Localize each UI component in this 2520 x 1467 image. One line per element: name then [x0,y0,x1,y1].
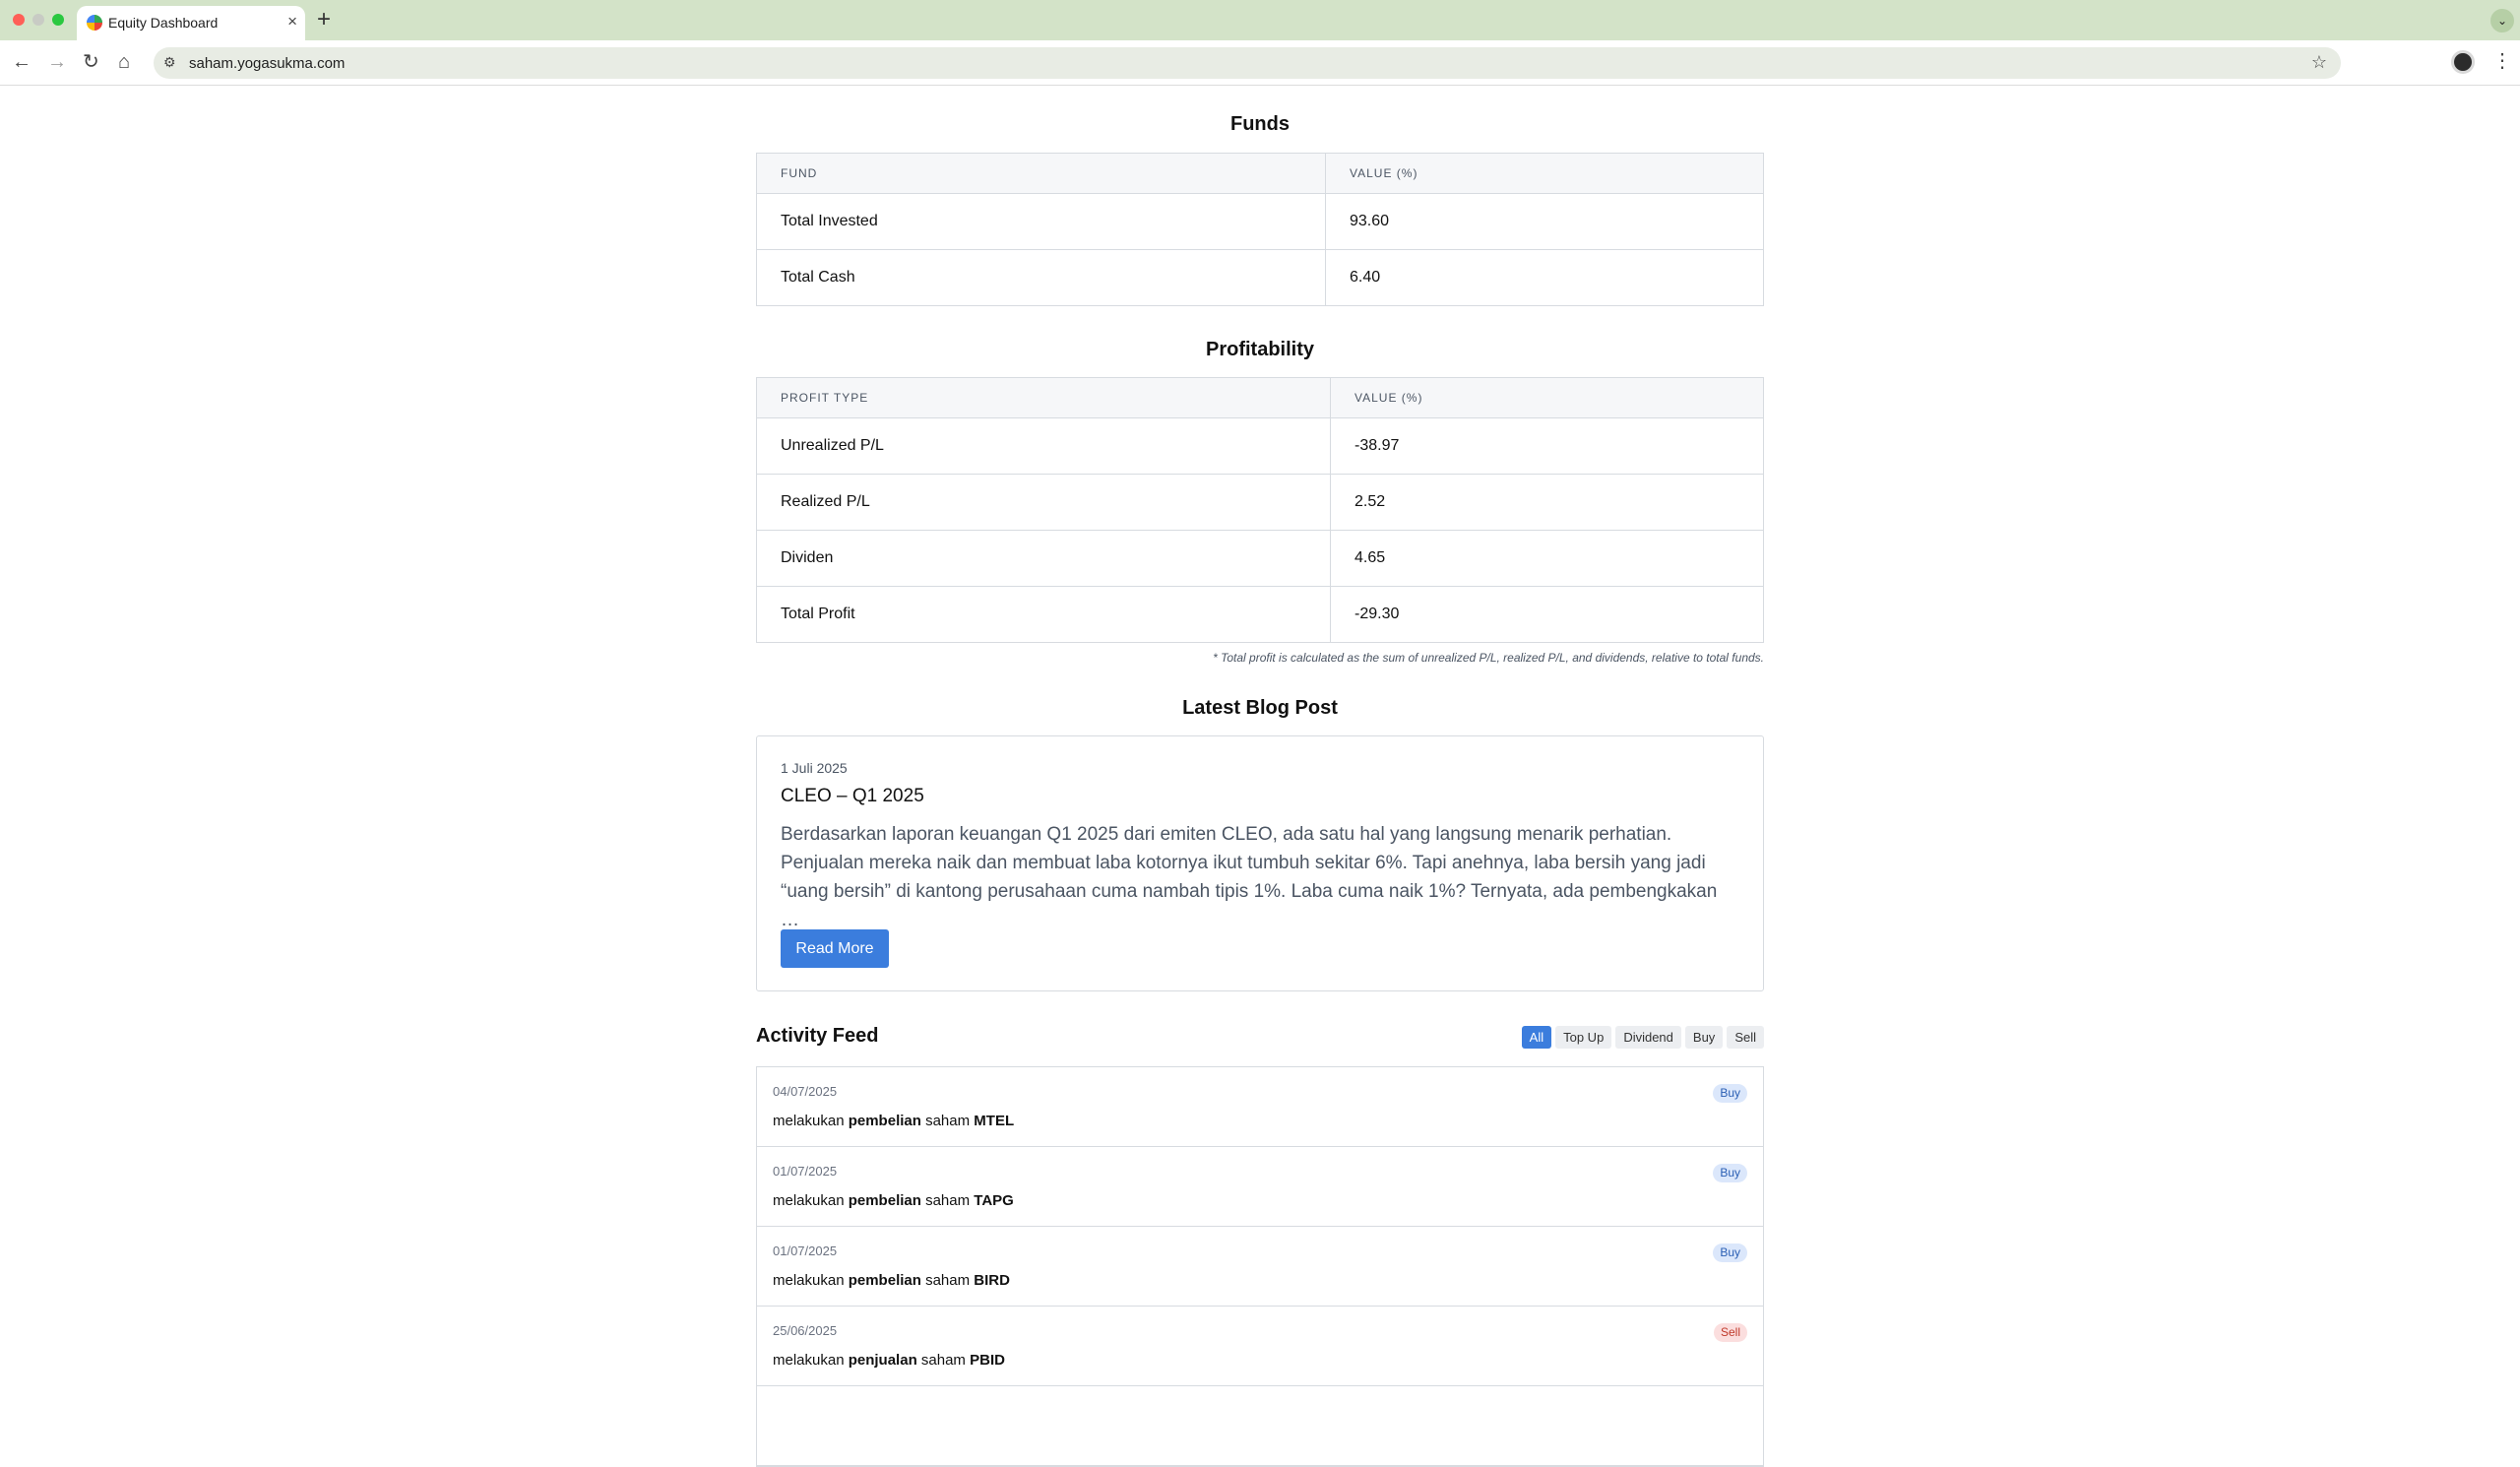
funds-title: Funds [1230,113,1290,135]
list-item: 04/07/2025 melakukan pembelian saham MTE… [757,1067,1763,1147]
dashboard-content: Funds FUND VALUE (%) Total Invested 93.6… [756,87,1764,1467]
activity-type-badge: Sell [1713,1323,1747,1342]
table-row: Realized P/L 2.52 [756,474,1764,531]
table-header-row: PROFIT TYPE VALUE (%) [756,377,1764,418]
url-text[interactable]: saham.yogasukma.com [189,55,345,72]
filter-dividend[interactable]: Dividend [1615,1026,1681,1049]
home-icon[interactable]: ⌂ [118,50,130,74]
column-header-profit-type: PROFIT TYPE [756,377,1331,418]
profit-value: -38.97 [1330,417,1764,475]
column-header-value: VALUE (%) [1330,377,1764,418]
site-info-icon[interactable]: ⚙ [163,54,176,71]
filter-sell[interactable]: Sell [1727,1026,1764,1049]
profit-value: -29.30 [1330,586,1764,643]
list-item: 01/07/2025 melakukan pembelian saham TAP… [757,1147,1763,1227]
profit-value: 4.65 [1330,530,1764,587]
bookmark-star-icon[interactable]: ☆ [2311,52,2327,73]
browser-tab-bar: Equity Dashboard × + ⌄ [0,0,2520,40]
reload-icon[interactable]: ↻ [83,50,99,74]
fund-label: Total Invested [756,193,1326,250]
funds-table: FUND VALUE (%) Total Invested 93.60 Tota… [756,153,1764,306]
activity-type-badge: Buy [1713,1244,1747,1262]
filter-buy[interactable]: Buy [1684,1026,1724,1049]
column-header-value: VALUE (%) [1325,153,1764,194]
fund-value: 93.60 [1325,193,1764,250]
back-arrow-icon[interactable]: ← [12,50,32,74]
new-tab-icon[interactable]: + [317,6,331,33]
list-item: 01/07/2025 melakukan pembelian saham BIR… [757,1227,1763,1307]
activity-date: 04/07/2025 [773,1084,838,1099]
activity-description: melakukan pembelian saham BIRD [773,1272,1010,1289]
activity-description: melakukan penjualan saham PBID [773,1352,1005,1369]
profit-footnote: * Total profit is calculated as the sum … [1213,651,1764,665]
list-item [757,1386,1763,1466]
activity-date: 01/07/2025 [773,1164,838,1179]
tab-title: Equity Dashboard [108,15,219,31]
filter-top-up[interactable]: Top Up [1555,1026,1612,1049]
fund-value: 6.40 [1325,249,1764,306]
blog-title: CLEO – Q1 2025 [781,786,924,806]
column-header-fund: FUND [756,153,1326,194]
blog-excerpt: Berdasarkan laporan keuangan Q1 2025 dar… [781,824,1718,930]
read-more-button[interactable]: Read More [781,929,889,968]
address-bar[interactable]: ⚙ saham.yogasukma.com ☆ [154,47,2341,79]
favicon-icon [87,15,102,31]
list-item: 25/06/2025 melakukan penjualan saham PBI… [757,1307,1763,1386]
browser-tab[interactable]: Equity Dashboard × [77,6,305,40]
fund-label: Total Cash [756,249,1326,306]
browser-toolbar: ← → ↻ ⌂ ⚙ saham.yogasukma.com ☆ ⋮ [0,40,2520,86]
activity-type-badge: Buy [1713,1084,1747,1103]
profit-label: Realized P/L [756,474,1331,531]
profile-avatar[interactable] [2451,50,2475,74]
table-row: Total Cash 6.40 [756,249,1764,306]
blog-card: 1 Juli 2025 CLEO – Q1 2025 Berdasarkan l… [756,735,1764,991]
activity-feed-title: Activity Feed [756,1025,879,1047]
activity-type-badge: Buy [1713,1164,1747,1182]
browser-menu-icon[interactable]: ⋮ [2492,49,2512,73]
activity-date: 01/07/2025 [773,1244,838,1258]
profitability-title: Profitability [1205,339,1314,360]
table-row: Total Profit -29.30 [756,586,1764,643]
activity-feed-header: Activity Feed All Top Up Dividend Buy Se… [756,1023,1764,1052]
forward-arrow-icon[interactable]: → [47,50,67,74]
profit-label: Unrealized P/L [756,417,1331,475]
activity-description: melakukan pembelian saham TAPG [773,1192,1014,1209]
table-row: Total Invested 93.60 [756,193,1764,250]
blog-section-title: Latest Blog Post [1182,697,1338,719]
tab-search-chevron-icon[interactable]: ⌄ [2490,9,2514,32]
profit-label: Total Profit [756,586,1331,643]
profitability-table: PROFIT TYPE VALUE (%) Unrealized P/L -38… [756,377,1764,643]
table-row: Dividen 4.65 [756,530,1764,587]
profit-value: 2.52 [1330,474,1764,531]
activity-filters: All Top Up Dividend Buy Sell [1521,1026,1764,1049]
activity-description: melakukan pembelian saham MTEL [773,1113,1015,1129]
minimize-window-button[interactable] [32,14,44,26]
table-row: Unrealized P/L -38.97 [756,417,1764,475]
blog-date: 1 Juli 2025 [781,760,848,776]
close-window-button[interactable] [13,14,25,26]
filter-all[interactable]: All [1521,1026,1552,1049]
activity-date: 25/06/2025 [773,1323,838,1338]
profit-label: Dividen [756,530,1331,587]
close-tab-icon[interactable]: × [287,12,297,32]
activity-feed-list: 04/07/2025 melakukan pembelian saham MTE… [756,1066,1764,1467]
table-header-row: FUND VALUE (%) [756,153,1764,194]
maximize-window-button[interactable] [52,14,64,26]
